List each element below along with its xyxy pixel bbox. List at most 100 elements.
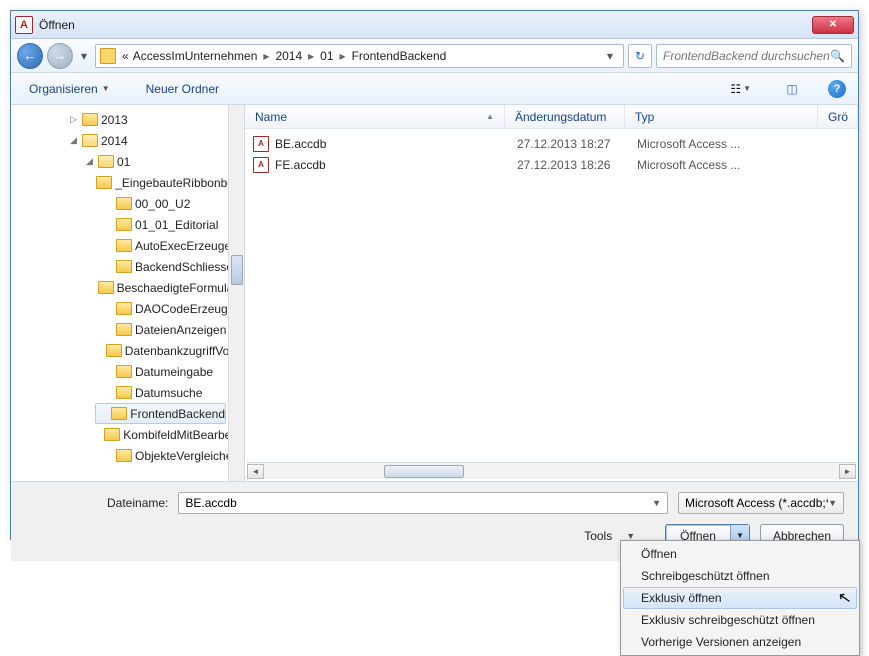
tree-item-AutoExecErzeugen[interactable]: AutoExecErzeugen [11,235,244,256]
file-row[interactable]: A FE.accdb 27.12.2013 18:26 Microsoft Ac… [245,154,858,175]
file-pane: Name▲ Änderungsdatum Typ Grö A BE.accdb … [245,105,858,481]
tree-item-_EingebauteRibbonbefe[interactable]: _EingebauteRibbonbefe [11,172,244,193]
refresh-button[interactable]: ↻ [628,44,652,68]
column-header-name[interactable]: Name▲ [245,105,505,128]
breadcrumb-sep-icon: ▸ [304,49,318,63]
chevron-down-icon[interactable]: ▼ [652,498,661,508]
folder-icon [116,218,132,231]
menu-item-Exklusiv öffnen[interactable]: Exklusiv öffnen [623,587,857,609]
forward-button[interactable]: → [47,43,73,69]
folder-icon [116,197,132,210]
tree-label: DatenbankzugriffVonA [125,344,244,358]
tree-item-DateienAnzeigen[interactable]: DateienAnzeigen [11,319,244,340]
column-header-size[interactable]: Grö [818,105,858,128]
spacer [102,324,113,335]
breadcrumb-chevrons[interactable]: « [120,47,131,65]
toolbar: Organisieren▼ Neuer Ordner ☷▼ ◫ ? [11,73,858,105]
tree-item-ObjekteVergleichen[interactable]: ObjekteVergleichen [11,445,244,466]
breadcrumb-item[interactable]: AccessImUnternehmen [131,47,260,65]
scroll-left-button[interactable]: ◄ [247,464,264,479]
tree-item-DAOCodeErzeugen[interactable]: DAOCodeErzeugen [11,298,244,319]
search-box[interactable]: 🔍 [656,44,852,68]
breadcrumb-dropdown-icon[interactable]: ▾ [601,49,619,63]
file-row[interactable]: A BE.accdb 27.12.2013 18:27 Microsoft Ac… [245,133,858,154]
expand-toggle-icon[interactable]: ◢ [68,135,79,146]
tree-item-Datumsuche[interactable]: Datumsuche [11,382,244,403]
tree-item-DatenbankzugriffVonA[interactable]: DatenbankzugriffVonA [11,340,244,361]
navigation-bar: ← → ▾ « AccessImUnternehmen ▸ 2014 ▸ 01 … [11,39,858,73]
tree-label: 2014 [101,134,128,148]
titlebar[interactable]: A Öffnen ✕ [11,11,858,39]
filetype-filter-combo[interactable]: Microsoft Access (*.accdb;*.mc ▼ [678,492,844,514]
search-icon[interactable]: 🔍 [830,49,845,63]
filename-combo[interactable]: ▼ [178,492,668,514]
file-date: 27.12.2013 18:26 [517,158,637,172]
tree-label: 01 [117,155,130,169]
spacer [102,219,113,230]
spacer [93,345,103,356]
tree-item-01[interactable]: ◢ 01 [11,151,244,172]
folder-icon [98,155,114,168]
tree-item-FrontendBackend[interactable]: FrontendBackend [95,403,226,424]
splitter[interactable] [242,105,248,481]
file-date: 27.12.2013 18:27 [517,137,637,151]
tree-item-2014[interactable]: ◢ 2014 [11,130,244,151]
preview-pane-button[interactable]: ◫ [780,78,804,100]
file-list[interactable]: A BE.accdb 27.12.2013 18:27 Microsoft Ac… [245,129,858,462]
history-dropdown[interactable]: ▾ [77,44,91,68]
tree-label: DAOCodeErzeugen [135,302,241,316]
folder-icon [111,407,127,420]
spacer [102,450,113,461]
expand-toggle-icon[interactable]: ▷ [68,114,79,125]
new-folder-button[interactable]: Neuer Ordner [140,79,225,99]
scroll-right-button[interactable]: ► [839,464,856,479]
folder-icon [116,386,132,399]
search-input[interactable] [663,49,830,63]
sort-asc-icon: ▲ [486,112,494,121]
organize-button[interactable]: Organisieren▼ [23,79,116,99]
tree-item-00_00_U2[interactable]: 00_00_U2 [11,193,244,214]
folder-icon [116,365,132,378]
chevron-down-icon[interactable]: ▼ [828,498,837,508]
tree-item-BackendSchliessen[interactable]: BackendSchliessen [11,256,244,277]
breadcrumb-item[interactable]: FrontendBackend [350,47,449,65]
body-area: ▷ 2013 ◢ 2014 ◢ 01 _EingebauteRibbonbefe… [11,105,858,481]
tree-item-BeschaedigteFormulare[interactable]: BeschaedigteFormulare [11,277,244,298]
column-header-type[interactable]: Typ [625,105,818,128]
menu-item-Öffnen[interactable]: Öffnen [623,543,857,565]
breadcrumb-item[interactable]: 01 [318,47,335,65]
breadcrumb-bar[interactable]: « AccessImUnternehmen ▸ 2014 ▸ 01 ▸ Fron… [95,44,624,68]
folder-tree[interactable]: ▷ 2013 ◢ 2014 ◢ 01 _EingebauteRibbonbefe… [11,105,245,481]
filename-input[interactable] [185,496,652,510]
tree-item-2013[interactable]: ▷ 2013 [11,109,244,130]
scroll-track[interactable] [264,464,839,479]
window-title: Öffnen [39,18,812,32]
column-headers: Name▲ Änderungsdatum Typ Grö [245,105,858,129]
tree-label: Datumeingabe [135,365,213,379]
menu-item-Schreibgeschützt öffnen[interactable]: Schreibgeschützt öffnen [623,565,857,587]
close-button[interactable]: ✕ [812,16,854,34]
expand-toggle-icon[interactable]: ◢ [84,156,95,167]
tree-item-01_01_Editorial[interactable]: 01_01_Editorial [11,214,244,235]
spacer [102,261,113,272]
views-button[interactable]: ☷▼ [725,79,756,99]
back-button[interactable]: ← [17,43,43,69]
menu-item-Exklusiv schreibgeschützt öffnen[interactable]: Exklusiv schreibgeschützt öffnen [623,609,857,631]
tools-dropdown-icon[interactable]: ▼ [626,531,635,541]
menu-item-Vorherige Versionen anzeigen[interactable]: Vorherige Versionen anzeigen [623,631,857,653]
breadcrumb-item[interactable]: 2014 [273,47,304,65]
help-button[interactable]: ? [828,80,846,98]
spacer [102,198,113,209]
tree-item-KombifeldMitBearbeitu[interactable]: KombifeldMitBearbeitu [11,424,244,445]
tree-label: AutoExecErzeugen [135,239,238,253]
views-icon: ☷ [730,82,741,96]
tree-item-Datumeingabe[interactable]: Datumeingabe [11,361,244,382]
open-mode-menu[interactable]: Öffnen Schreibgeschützt öffnen Exklusiv … [620,540,860,656]
tools-label[interactable]: Tools [584,529,612,543]
scroll-thumb[interactable] [384,465,464,478]
folder-icon [98,281,114,294]
column-header-date[interactable]: Änderungsdatum [505,105,625,128]
filter-text: Microsoft Access (*.accdb;*.mc [685,496,828,510]
spacer [102,387,113,398]
horizontal-scrollbar[interactable]: ◄ ► [247,462,856,479]
